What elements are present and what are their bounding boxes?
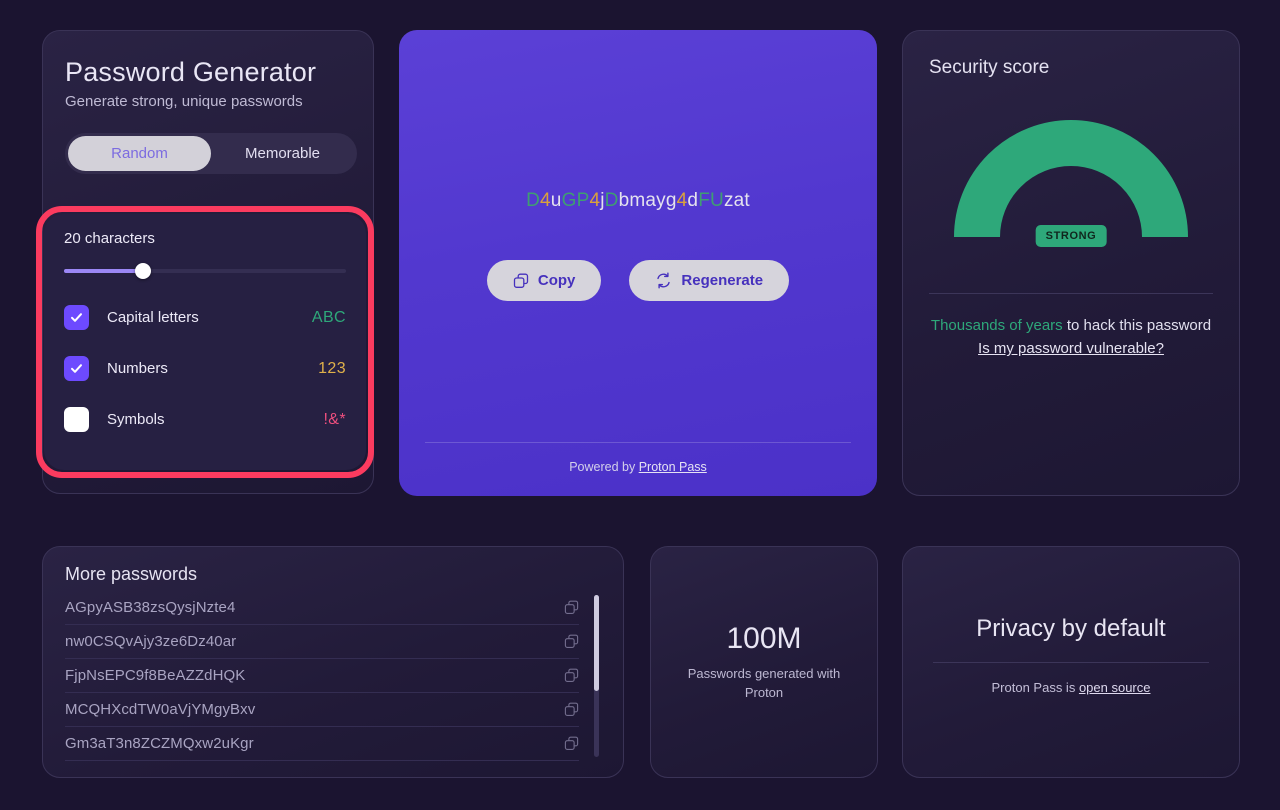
copy-button[interactable]: Copy: [486, 260, 602, 301]
password-char: u: [550, 190, 562, 211]
password-char: 4: [676, 190, 688, 211]
slider-fill: [64, 269, 143, 273]
more-passwords-card: More passwords AGpyASB38zsQysjNzte4 nw0CS…: [42, 546, 624, 778]
mode-tab-memorable[interactable]: Memorable: [211, 136, 354, 171]
privacy-subtitle-text: Proton Pass is: [991, 680, 1079, 695]
checkbox-symbols[interactable]: [64, 407, 89, 432]
stat-label: Passwords generated with Proton: [687, 665, 841, 700]
copy-icon: [513, 273, 529, 289]
option-row-symbols[interactable]: Symbols !&*: [64, 407, 346, 432]
security-gauge: STRONG: [929, 119, 1213, 247]
stat-value: 100M: [726, 621, 802, 655]
password-char: U: [710, 190, 724, 211]
open-source-link[interactable]: open source: [1079, 680, 1151, 695]
list-item[interactable]: Gm3aT3n8ZCZMQxw2uKgr: [65, 727, 579, 761]
generator-options-panel: 20 characters Capital letters ABC Number…: [44, 214, 366, 470]
password-value: FjpNsEPC9f8BeAZZdHQK: [65, 667, 246, 684]
powered-by-footer: Powered by Proton Pass: [425, 442, 851, 474]
status-badge: STRONG: [1035, 225, 1107, 247]
length-slider[interactable]: [64, 263, 346, 279]
list-item[interactable]: nw0CSQvAjy3ze6Dz40ar: [65, 625, 579, 659]
copy-icon[interactable]: [564, 736, 579, 751]
password-char: b: [618, 190, 630, 211]
crack-time-text: Thousands of years to hack this password…: [929, 314, 1213, 361]
password-char: 4: [589, 190, 601, 211]
more-passwords-title: More passwords: [65, 564, 198, 584]
copy-icon[interactable]: [564, 634, 579, 649]
check-icon: [71, 364, 82, 373]
generated-password-text[interactable]: D4uGP4jDbmayg4dFUzat: [526, 190, 750, 212]
list-item[interactable]: FjpNsEPC9f8BeAZZdHQK: [65, 659, 579, 693]
refresh-icon: [655, 272, 672, 289]
security-score-title: Security score: [929, 57, 1050, 78]
more-passwords-list: AGpyASB38zsQysjNzte4 nw0CSQvAjy3ze6Dz40ar…: [65, 591, 601, 761]
regenerate-button[interactable]: Regenerate: [629, 260, 790, 301]
checkbox-capital-letters[interactable]: [64, 305, 89, 330]
list-item[interactable]: MCQHXcdTW0aVjYMgyBxv: [65, 693, 579, 727]
password-char: F: [698, 190, 711, 211]
password-value: AGpyASB38zsQysjNzte4: [65, 599, 236, 616]
privacy-title: Privacy by default: [976, 615, 1166, 642]
option-label-symbols: Symbols: [107, 411, 165, 428]
slider-thumb[interactable]: [134, 263, 151, 279]
regenerate-button-label: Regenerate: [681, 272, 764, 289]
option-sample-symbols: !&*: [323, 410, 346, 428]
option-label-capital-letters: Capital letters: [107, 309, 199, 326]
password-char: D: [526, 190, 541, 211]
copy-button-label: Copy: [537, 272, 576, 289]
scrollbar-thumb[interactable]: [594, 595, 599, 691]
password-char: a: [645, 190, 657, 211]
character-count-label: 20 characters: [64, 230, 155, 247]
password-char: d: [687, 190, 699, 211]
privacy-subtitle: Proton Pass is open source: [933, 680, 1209, 695]
password-char: t: [744, 190, 750, 211]
password-value: MCQHXcdTW0aVjYMgyBxv: [65, 701, 256, 718]
password-char: D: [604, 190, 619, 211]
password-actions: Copy Regenerate: [486, 260, 790, 301]
option-label-numbers: Numbers: [107, 360, 168, 377]
password-char: G: [561, 190, 577, 211]
crack-time-rest: to hack this password: [1062, 317, 1212, 334]
divider: [933, 662, 1209, 663]
generated-password-card: D4uGP4jDbmayg4dFUzat Copy Regenerate Pow…: [399, 30, 877, 496]
password-char: 4: [540, 190, 551, 211]
copy-icon[interactable]: [564, 702, 579, 717]
password-char: y: [656, 190, 666, 211]
page-title: Password Generator: [65, 57, 317, 87]
crack-time-highlight: Thousands of years: [930, 317, 1063, 334]
page-subtitle: Generate strong, unique passwords: [65, 93, 303, 110]
security-score-card: Security score STRONG Thousands of years…: [902, 30, 1240, 496]
password-char: z: [723, 190, 734, 211]
powered-by-text: Powered by: [569, 460, 639, 474]
copy-icon[interactable]: [564, 600, 579, 615]
privacy-card: Privacy by default Proton Pass is open s…: [902, 546, 1240, 778]
divider: [929, 293, 1213, 294]
checkbox-numbers[interactable]: [64, 356, 89, 381]
copy-icon[interactable]: [564, 668, 579, 683]
option-sample-numbers: 123: [318, 359, 346, 377]
password-char: m: [629, 190, 646, 211]
app-root: Password Generator Generate strong, uniq…: [0, 0, 1280, 810]
check-icon: [71, 313, 82, 322]
password-value: Gm3aT3n8ZCZMQxw2uKgr: [65, 735, 254, 752]
stat-card: 100M Passwords generated with Proton: [650, 546, 878, 778]
option-row-numbers[interactable]: Numbers 123: [64, 356, 346, 381]
password-value: nw0CSQvAjy3ze6Dz40ar: [65, 633, 237, 650]
is-my-password-vulnerable-link[interactable]: Is my password vulnerable?: [978, 337, 1164, 360]
mode-tab-random[interactable]: Random: [68, 136, 211, 171]
list-item[interactable]: AGpyASB38zsQysjNzte4: [65, 591, 579, 625]
password-char: g: [665, 190, 677, 211]
password-char: P: [576, 190, 590, 211]
password-char: a: [733, 190, 745, 211]
option-row-capital-letters[interactable]: Capital letters ABC: [64, 305, 346, 330]
option-sample-capital-letters: ABC: [311, 308, 346, 326]
mode-toggle: Random Memorable: [65, 133, 357, 174]
scrollbar-track[interactable]: [594, 595, 599, 757]
proton-pass-link[interactable]: Proton Pass: [639, 460, 707, 474]
